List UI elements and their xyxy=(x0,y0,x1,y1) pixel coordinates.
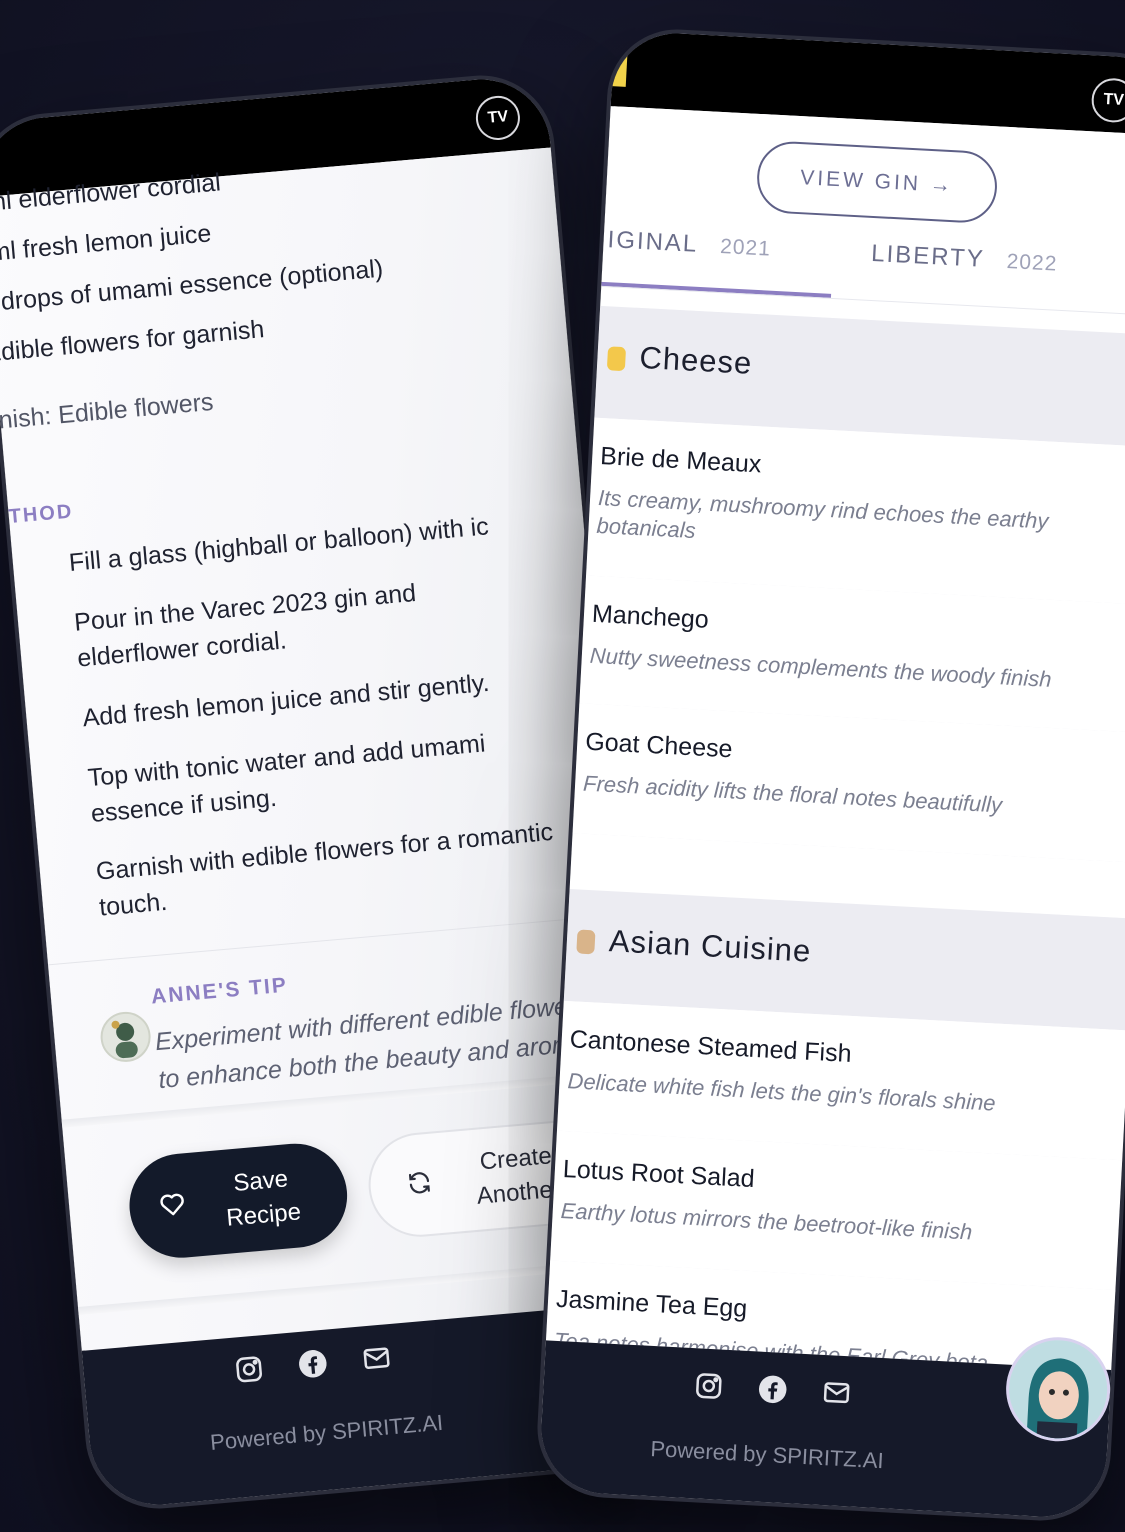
mail-icon[interactable] xyxy=(360,1342,393,1375)
footer: Powered by SPIRITZ.AI xyxy=(538,1334,1113,1520)
cheese-icon xyxy=(606,346,627,372)
pairing-name: Brie de Meaux xyxy=(599,442,763,479)
method-heading: THOD xyxy=(7,500,75,529)
garnish-line: rnish: Edible flowers xyxy=(0,387,215,436)
tv-badge[interactable]: TV xyxy=(1090,77,1125,124)
tip-heading: ANNE'S TIP xyxy=(150,973,289,1009)
pairing-phone: TV VIEW GIN → IGINAL 2021 LIBERTY 2022 Che… xyxy=(533,25,1125,1525)
pairing-description: Delicate white fish lets the gin's flora… xyxy=(566,1068,997,1116)
method-step: Garnish with edible flowers for a romant… xyxy=(94,817,555,922)
tab-label: LIBERTY xyxy=(870,239,986,273)
refresh-icon xyxy=(405,1168,434,1201)
method-step: Pour in the Varec 2023 gin and elderflow… xyxy=(73,578,418,673)
tab-original[interactable]: IGINAL 2021 xyxy=(607,226,772,263)
save-recipe-label: Save Recipe xyxy=(225,1165,303,1232)
corner-tab xyxy=(611,38,629,87)
tab-label: IGINAL xyxy=(606,226,699,258)
list-item[interactable]: Brie de Meaux Its creamy, mushroomy rind… xyxy=(585,417,1125,608)
facebook-icon[interactable] xyxy=(757,1374,789,1406)
ingredient-item: 3 drops of umami essence (optional) xyxy=(0,254,385,318)
pairing-name: Jasmine Tea Egg xyxy=(555,1284,748,1323)
method-step: Top with tonic water and add umami essen… xyxy=(86,729,487,828)
ingredient-item: Edible flowers for garnish xyxy=(0,315,266,368)
instagram-icon[interactable] xyxy=(233,1353,266,1386)
save-recipe-button[interactable]: Save Recipe xyxy=(125,1139,352,1262)
pairing-description: Its creamy, mushroomy rind echoes the ea… xyxy=(596,484,1049,544)
tab-year: 2022 xyxy=(1006,250,1058,276)
mail-icon[interactable] xyxy=(821,1377,853,1409)
pairing-name: Manchego xyxy=(591,599,710,634)
pairing-description: Nutty sweetness complements the woody fi… xyxy=(589,642,1053,692)
tab-year: 2021 xyxy=(719,235,772,261)
pairing-name: Cantonese Steamed Fish xyxy=(569,1025,853,1068)
pairing-name: Lotus Root Salad xyxy=(562,1155,756,1194)
facebook-icon[interactable] xyxy=(297,1348,330,1381)
anne-avatar xyxy=(98,1009,153,1064)
pairing-description: Fresh acidity lifts the floral notes bea… xyxy=(582,770,1003,818)
social-links xyxy=(233,1342,393,1386)
powered-by: Powered by SPIRITZ.AI xyxy=(209,1409,445,1455)
category-title: Cheese xyxy=(638,339,754,381)
category-title: Asian Cuisine xyxy=(608,923,813,969)
tv-badge[interactable]: TV xyxy=(474,94,522,142)
pairing-content: VIEW GIN → IGINAL 2021 LIBERTY 2022 Cheese… xyxy=(545,106,1125,1371)
instagram-icon[interactable] xyxy=(693,1370,725,1402)
ingredient-item: 5ml fresh lemon juice xyxy=(0,219,213,268)
tab-liberty[interactable]: LIBERTY 2022 xyxy=(871,240,1059,278)
social-links xyxy=(693,1370,852,1408)
bowl-icon xyxy=(576,929,596,955)
pairing-name: Goat Cheese xyxy=(584,727,734,764)
view-gin-button[interactable]: VIEW GIN → xyxy=(755,139,999,225)
pairing-description: Earthy lotus mirrors the beetroot-like f… xyxy=(560,1198,973,1245)
heart-icon xyxy=(158,1191,186,1222)
powered-by: Powered by SPIRITZ.AI xyxy=(649,1436,885,1474)
